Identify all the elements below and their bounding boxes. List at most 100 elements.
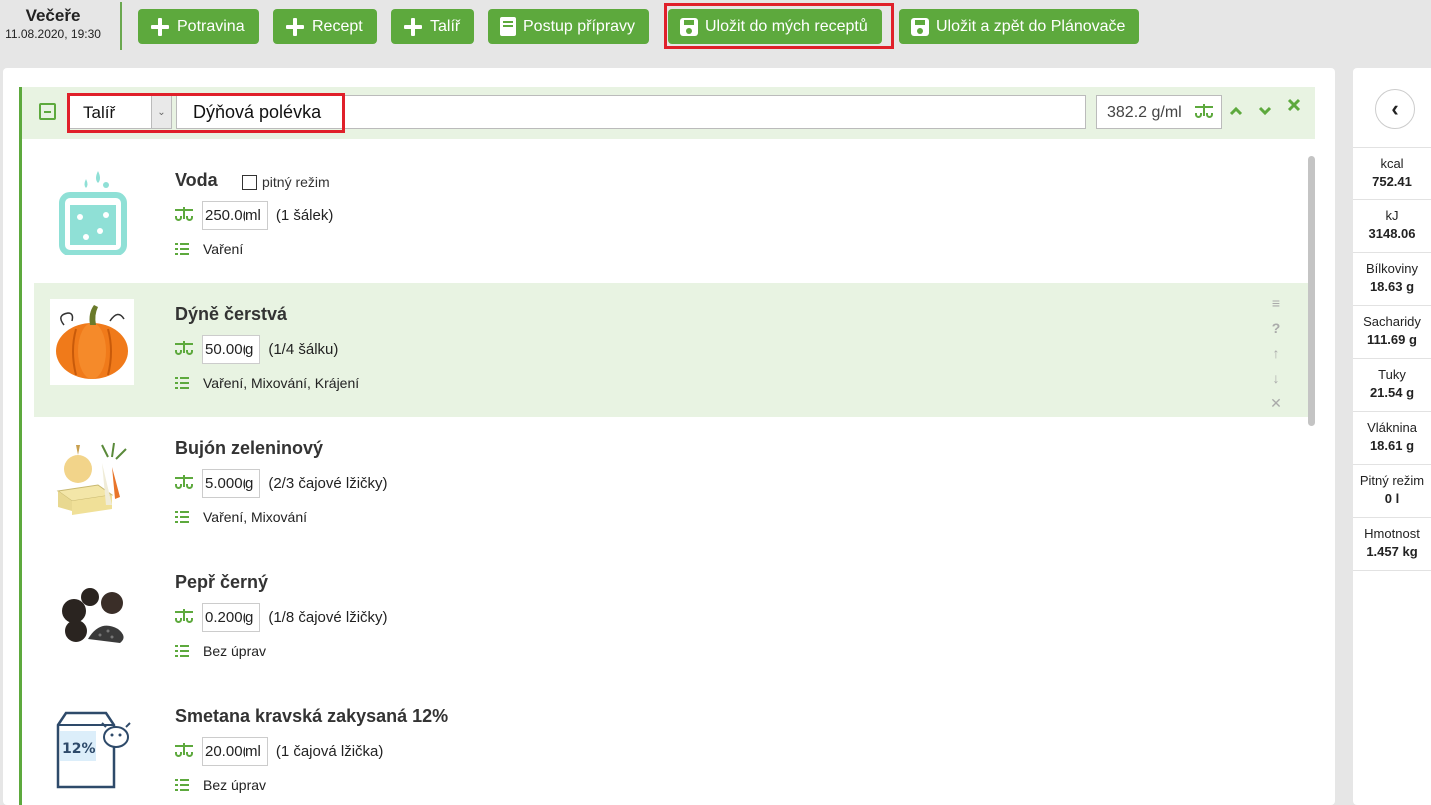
preparation-line[interactable]: Vaření, Mixování, Krájení [175,375,359,391]
amount-unit: g [245,609,254,626]
menu-icon[interactable]: ≡ [1256,291,1296,316]
amount-unit: ml [245,743,261,760]
portion-text: (1/8 čajové lžičky) [268,609,388,626]
quantity-line: 250.0( ml (1 šálek) [175,201,333,230]
quantity-line: 0.200( g (1/8 čajové lžičky) [175,603,388,632]
preparation-line[interactable]: Bez úprav [175,643,266,659]
arrow-up-icon[interactable]: ↑ [1256,341,1296,366]
plus-icon [285,17,305,37]
nutrition-value: 21.54 g [1369,385,1415,400]
amount-input[interactable]: 5.000( g [202,469,261,498]
toolbar: Večeře 11.08.2020, 19:30 Potravina Recep… [0,0,1431,56]
scale-icon [1195,104,1213,123]
add-food-label: Potravina [177,17,245,35]
nutrition-fiber: Vláknina 18.61 g [1353,412,1431,465]
add-plate-label: Talíř [430,17,461,35]
meal-datetime: 11.08.2020, 19:30 [5,27,101,41]
procedure-label: Postup přípravy [523,17,636,35]
sour-cream-carton-image: 12% [50,701,134,789]
amount-value: 250.0( [205,207,245,224]
nutrition-weight: Hmotnost 1.457 kg [1353,518,1431,571]
scale-icon [175,609,193,626]
nutrition-value: 111.69 g [1367,332,1417,347]
add-recipe-label: Recept [312,17,363,35]
move-down-icon[interactable] [1258,102,1272,120]
black-pepper-image [50,567,134,653]
preparation-line[interactable]: Vaření [175,241,243,257]
procedure-button[interactable]: Postup přípravy [488,9,650,44]
density-field[interactable]: 382.2 g/ml [1096,95,1222,129]
remove-icon[interactable]: ✕ [1256,391,1296,416]
highlight-box [67,93,345,133]
collapse-icon[interactable] [39,103,56,120]
nutrition-drink-regime: Pitný režim 0 l [1353,465,1431,518]
food-name: Bujón zeleninový [175,438,324,458]
drink-regime-checkbox[interactable]: pitný režim [242,174,330,190]
preparation-text: Vaření, Mixování, Krájení [203,375,360,391]
portion-text: (1 čajová lžička) [275,743,384,760]
preparation-text: Vaření, Mixování [203,509,308,525]
nutrition-label: Hmotnost [1364,526,1420,541]
food-row[interactable]: 12% Smetana kravská zakysaná 12% 20.00( … [34,685,1308,805]
amount-value: 0.200( [205,609,245,626]
list-icon [175,243,189,255]
toolbar-divider [120,2,122,50]
collapse-sidebar-button[interactable]: ‹ [1375,89,1415,129]
nutrition-carbs: Sacharidy 111.69 g [1353,306,1431,359]
checkbox[interactable] [242,174,257,190]
amount-input[interactable]: 0.200( g [202,603,261,632]
nutrition-label: Bílkoviny [1365,261,1419,276]
nutrition-kj: kJ 3148.06 [1353,200,1431,253]
highlight-box [664,3,894,49]
nutrition-value: 3148.06 [1368,226,1416,241]
density-value: 382.2 g/ml [1107,104,1182,121]
plate-section: Talíř ⌄ Dýňová polévka 382.2 g/ml Voda p… [19,87,1315,805]
food-row[interactable]: Pepř černý 0.200( g (1/8 čajové lžičky) … [34,551,1308,685]
preparation-line[interactable]: Bez úprav [175,777,266,793]
nutrition-value: 752.41 [1372,174,1412,189]
move-up-icon[interactable] [1229,102,1243,120]
food-row[interactable]: Voda pitný režim 250.0( ml (1 šálek) Vař… [34,149,1308,283]
food-name: Dýně čerstvá [175,304,288,324]
add-food-button[interactable]: Potravina [138,9,259,44]
amount-value: 50.00( [205,341,245,358]
save-and-back-button[interactable]: Uložit a zpět do Plánovače [899,9,1140,44]
close-icon[interactable] [1287,98,1301,116]
scale-icon [175,743,193,760]
nutrition-label: Vláknina [1367,420,1417,435]
nutrition-label: Tuky [1378,367,1406,382]
food-row[interactable]: Dýně čerstvá 50.00( g (1/4 šálku) Vaření… [34,283,1308,417]
scrollbar[interactable] [1308,156,1315,426]
nutrition-value: 0 l [1384,491,1400,506]
row-actions: ≡ ? ↑ ↓ ✕ [1256,291,1296,416]
amount-input[interactable]: 50.00( g [202,335,261,364]
nutrition-value: 18.61 g [1369,438,1415,453]
amount-value: 5.000( [205,475,245,492]
amount-input[interactable]: 20.00( ml [202,737,268,766]
food-row[interactable]: Bujón zeleninový 5.000( g (2/3 čajové lž… [34,417,1308,551]
drink-regime-label: pitný režim [262,174,330,190]
list-icon [175,511,189,523]
amount-unit: ml [245,207,261,224]
broth-vegetables-image [50,433,134,519]
save-and-back-label: Uložit a zpět do Plánovače [936,17,1126,35]
chevron-left-icon: ‹ [1391,96,1399,121]
preparation-text: Vaření [203,241,244,257]
add-plate-button[interactable]: Talíř [391,9,475,44]
meal-title: Večeře [25,6,81,25]
add-recipe-button[interactable]: Recept [273,9,377,44]
amount-input[interactable]: 250.0( ml [202,201,268,230]
pumpkin-image [50,299,134,385]
amount-unit: g [245,475,254,492]
preparation-text: Bez úprav [203,643,267,659]
preparation-line[interactable]: Vaření, Mixování [175,509,307,525]
nutrition-label: Pitný režim [1359,473,1425,488]
help-icon[interactable]: ? [1256,316,1296,341]
quantity-line: 5.000( g (2/3 čajové lžičky) [175,469,388,498]
arrow-down-icon[interactable]: ↓ [1256,366,1296,391]
nutrition-label: Sacharidy [1363,314,1421,329]
nutrition-kcal: kcal 752.41 [1353,147,1431,200]
food-name: Pepř černý [175,572,269,592]
quantity-line: 50.00( g (1/4 šálku) [175,335,338,364]
plate-header: Talíř ⌄ Dýňová polévka 382.2 g/ml [22,87,1315,139]
